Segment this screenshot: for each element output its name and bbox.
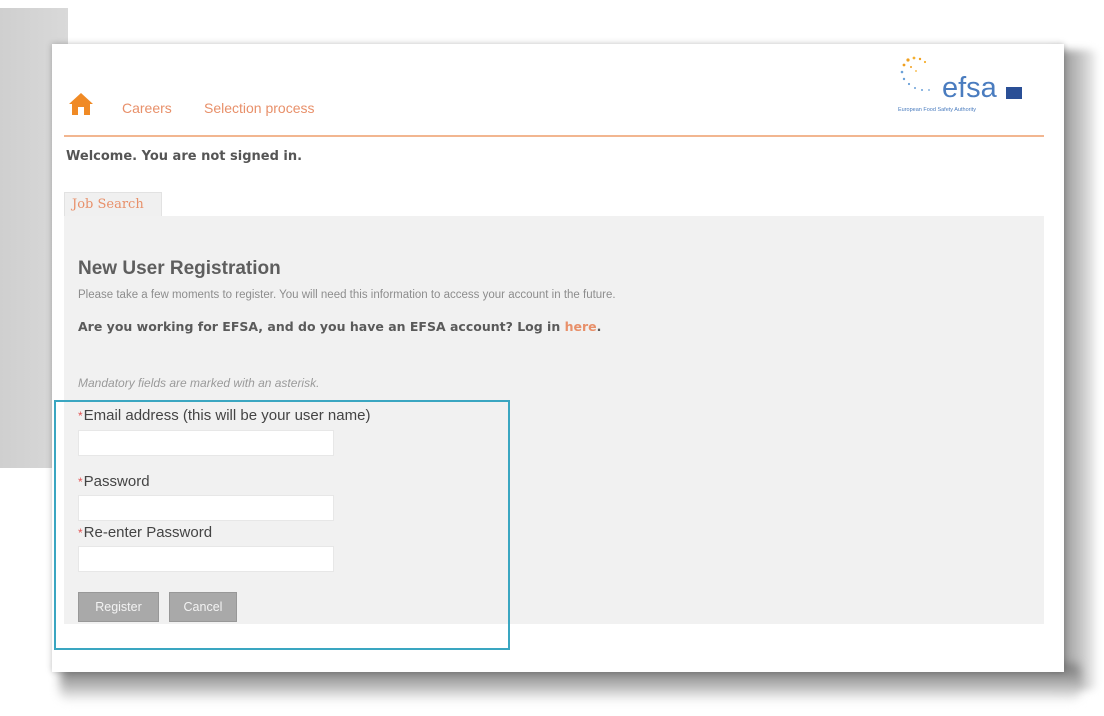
- nav-careers[interactable]: Careers: [122, 100, 172, 116]
- mandatory-note: Mandatory fields are marked with an aste…: [78, 376, 320, 390]
- password-label: *Password: [78, 473, 150, 490]
- required-star: *: [78, 475, 83, 489]
- registration-page: Careers Selection process efsa European: [52, 44, 1064, 672]
- efsa-login-link[interactable]: here: [565, 319, 597, 334]
- required-star: *: [78, 409, 83, 423]
- efsa-question-text: Are you working for EFSA, and do you hav…: [78, 319, 561, 334]
- efsa-logo: efsa European Food Safety Authority: [892, 54, 1032, 120]
- reenter-password-field[interactable]: [78, 546, 334, 572]
- nav-selection-process[interactable]: Selection process: [204, 100, 315, 116]
- logo-wordmark: efsa: [942, 72, 997, 104]
- page-title: New User Registration: [78, 258, 281, 279]
- efsa-account-prompt: Are you working for EFSA, and do you hav…: [78, 319, 601, 334]
- logo-tagline: European Food Safety Authority: [898, 107, 976, 113]
- tab-label: Job Search: [72, 197, 144, 212]
- site-header: Careers Selection process efsa European: [52, 44, 1064, 137]
- eu-flag-icon: [1006, 87, 1022, 99]
- welcome-message: Welcome. You are not signed in.: [66, 149, 303, 164]
- header-divider: [64, 135, 1044, 137]
- cancel-button[interactable]: Cancel: [169, 592, 237, 622]
- email-label: *Email address (this will be your user n…: [78, 407, 370, 424]
- email-label-text: Email address (this will be your user na…: [83, 407, 371, 424]
- home-icon[interactable]: [68, 92, 94, 116]
- tab-job-search[interactable]: Job Search: [64, 192, 162, 217]
- question-period: .: [596, 319, 602, 334]
- register-button[interactable]: Register: [78, 592, 159, 622]
- intro-text: Please take a few moments to register. Y…: [78, 289, 616, 301]
- password-field[interactable]: [78, 495, 334, 521]
- password-label-text: Password: [83, 473, 150, 490]
- reenter-password-label: *Re-enter Password: [78, 524, 212, 541]
- required-star: *: [78, 526, 83, 540]
- reenter-password-label-text: Re-enter Password: [83, 524, 213, 541]
- email-field[interactable]: [78, 430, 334, 456]
